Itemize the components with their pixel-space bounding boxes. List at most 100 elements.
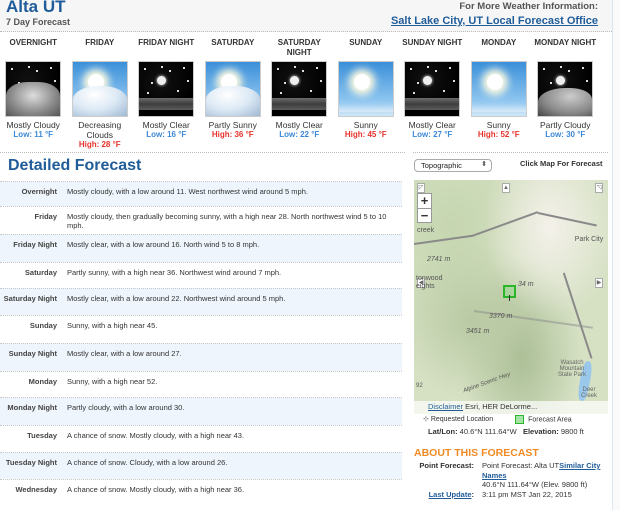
partly-cloudy-night-icon[interactable] — [537, 61, 594, 117]
requested-location-marker — [509, 295, 510, 301]
forecast-period[interactable]: SATURDAY NIGHT Mostly Clear Low: 22 °F — [266, 38, 333, 150]
period-temperature: High: 45 °F — [344, 130, 387, 139]
detailed-forecast-row: Friday Night Mostly clear, with a low ar… — [0, 234, 402, 262]
location-title: Alta UT — [6, 0, 66, 16]
map-label: Deer Creek — [580, 387, 597, 399]
row-forecast-text: Partly cloudy, with a low around 30. — [67, 403, 185, 412]
partly-sunny-icon[interactable] — [204, 61, 261, 117]
map-label: Park City — [574, 236, 604, 243]
row-forecast-text: A chance of snow. Mostly cloudy, with a … — [67, 485, 245, 494]
period-name: OVERNIGHT — [9, 38, 58, 47]
attribution-text: Esri, HER — [465, 402, 499, 411]
detailed-forecast-row: Wednesday A chance of snow. Mostly cloud… — [0, 479, 402, 499]
detailed-forecast-row: Saturday Night Mostly clear, with a low … — [0, 288, 402, 315]
forecast-office-link[interactable]: Salt Lake City, UT Local Forecast Office — [391, 15, 598, 27]
period-condition: Mostly Clear — [275, 120, 323, 130]
period-condition: Sunny — [486, 120, 511, 130]
detailed-forecast-row: Sunday Night Mostly clear, with a low ar… — [0, 343, 402, 371]
forecast-subtitle: 7 Day Forecast — [6, 17, 71, 27]
row-period-label: Sunday Night — [8, 349, 57, 358]
zoom-in-button[interactable]: + — [418, 194, 431, 208]
mostly-clear-night-icon[interactable] — [138, 61, 195, 117]
row-period-label: Tuesday — [27, 431, 57, 440]
sunny-icon[interactable] — [337, 61, 394, 117]
more-info-label: For More Weather Information: — [459, 1, 598, 12]
row-forecast-text: Sunny, with a high near 45. — [67, 321, 158, 330]
row-period-label: Monday — [28, 377, 57, 386]
forecast-period[interactable]: SUNDAY NIGHT Mostly Clear Low: 27 °F — [399, 38, 466, 150]
row-period-label: Friday Night — [13, 240, 57, 249]
period-condition: Mostly Clear — [142, 120, 190, 130]
detailed-forecast-title: Detailed Forecast — [8, 157, 142, 174]
detailed-forecast-row: Sunday Sunny, with a high near 45. — [0, 315, 402, 343]
period-name: SATURDAY — [211, 38, 255, 47]
detailed-forecast-row: Monday Sunny, with a high near 52. — [0, 371, 402, 397]
row-period-label: Wednesday — [15, 485, 57, 494]
detailed-forecast-row: Friday Mostly cloudy, then gradually bec… — [0, 206, 402, 234]
forecast-map[interactable]: ◸ ▲ ◹ ◀ ▶ + − creek 2741 m tonwood eight… — [414, 180, 608, 414]
map-label: creek — [417, 227, 435, 234]
decreasing-clouds-icon[interactable] — [71, 61, 128, 117]
last-update-link[interactable]: Last Update — [429, 490, 472, 499]
about-forecast: Point Forecast: Point Forecast: Alta UTS… — [414, 461, 608, 499]
mostly-clear-night-icon[interactable] — [404, 61, 461, 117]
row-forecast-text: Mostly clear, with a low around 27. — [67, 349, 182, 358]
map-label: 3370 m — [489, 313, 513, 320]
detailed-forecast-row: Tuesday Night A chance of snow. Cloudy, … — [0, 452, 402, 479]
forecast-period[interactable]: SUNDAY Sunny High: 45 °F — [333, 38, 400, 150]
period-temperature: Low: 27 °F — [412, 130, 453, 139]
row-forecast-text: A chance of snow. Mostly cloudy, with a … — [67, 431, 245, 440]
detailed-forecast-row: Overnight Mostly cloudy, with a low arou… — [0, 181, 402, 206]
legend-requested-location: ⊹ Requested Location — [423, 416, 494, 423]
map-layer-select[interactable]: Topographic ⬍ — [414, 159, 492, 172]
period-temperature: High: 28 °F — [78, 140, 121, 149]
period-temperature: High: 52 °F — [477, 130, 520, 139]
forecast-period[interactable]: MONDAY Sunny High: 52 °F — [466, 38, 533, 150]
scrollbar[interactable] — [612, 0, 620, 510]
mostly-clear-night-icon[interactable] — [271, 61, 328, 117]
forecast-period[interactable]: MONDAY NIGHT Partly Cloudy Low: 30 °F — [532, 38, 599, 150]
disclaimer-link[interactable]: Disclaimer — [428, 402, 463, 411]
row-forecast-text: Partly sunny, with a high near 36. North… — [67, 268, 282, 277]
row-forecast-text: Mostly cloudy, then gradually becoming s… — [67, 212, 387, 230]
pan-northwest-button[interactable]: ◸ — [417, 183, 425, 193]
divider — [413, 152, 608, 153]
forecast-period[interactable]: FRIDAY NIGHT Mostly Clear Low: 16 °F — [133, 38, 200, 150]
map-label: 2741 m — [427, 256, 451, 263]
map-attribution: Disclaimer Esri, HER DeLorme... — [414, 401, 608, 414]
period-temperature: Low: 30 °F — [545, 130, 586, 139]
forecast-period[interactable]: OVERNIGHT Mostly Cloudy Low: 11 °F — [0, 38, 67, 150]
map-label: Wasatch Mountain State Park — [557, 360, 586, 378]
period-condition: Sunny — [353, 120, 378, 130]
forecast-period[interactable]: SATURDAY Partly Sunny High: 36 °F — [200, 38, 267, 150]
zoom-out-button[interactable]: − — [418, 208, 431, 222]
sunny-icon[interactable] — [470, 61, 527, 117]
point-coordinates: 40.6°N 111.64°W (Elev. 9800 ft) — [482, 480, 588, 489]
row-forecast-text: Mostly cloudy, with a low around 11. Wes… — [67, 187, 308, 196]
map-label: eights — [416, 283, 435, 290]
forecast-period[interactable]: FRIDAY Decreasing Clouds High: 28 °F — [67, 38, 134, 150]
point-forecast-label: Point Forecast: — [419, 461, 474, 470]
detailed-forecast-row: Saturday Partly sunny, with a high near … — [0, 262, 402, 288]
row-forecast-text: Mostly clear, with a low around 16. Nort… — [67, 240, 260, 249]
period-temperature: Low: 16 °F — [146, 130, 187, 139]
crosshair-icon: ⊹ — [423, 416, 431, 423]
row-forecast-text: A chance of snow. Cloudy, with a low aro… — [67, 458, 228, 467]
pan-east-button[interactable]: ▶ — [595, 278, 603, 288]
select-arrows-icon: ⬍ — [481, 161, 487, 168]
green-square-icon — [515, 415, 525, 424]
detailed-forecast-row: Tuesday A chance of snow. Mostly cloudy,… — [0, 425, 402, 452]
period-condition: Partly Sunny — [208, 120, 257, 130]
period-name: FRIDAY — [85, 38, 115, 47]
detailed-forecast-table: Overnight Mostly cloudy, with a low arou… — [0, 181, 402, 499]
period-condition: Mostly Clear — [408, 120, 456, 130]
about-forecast-title: ABOUT THIS FORECAST — [414, 447, 539, 459]
point-forecast-value: Point Forecast: Alta UT — [482, 461, 560, 470]
pan-north-button[interactable]: ▲ — [502, 183, 510, 193]
attribution-text-2: DeLorme... — [500, 402, 538, 411]
map-label: tonwood — [416, 275, 443, 282]
pan-northeast-button[interactable]: ◹ — [595, 183, 603, 193]
divider — [0, 152, 405, 153]
mostly-cloudy-night-icon[interactable] — [5, 61, 62, 117]
row-forecast-text: Sunny, with a high near 52. — [67, 377, 158, 386]
